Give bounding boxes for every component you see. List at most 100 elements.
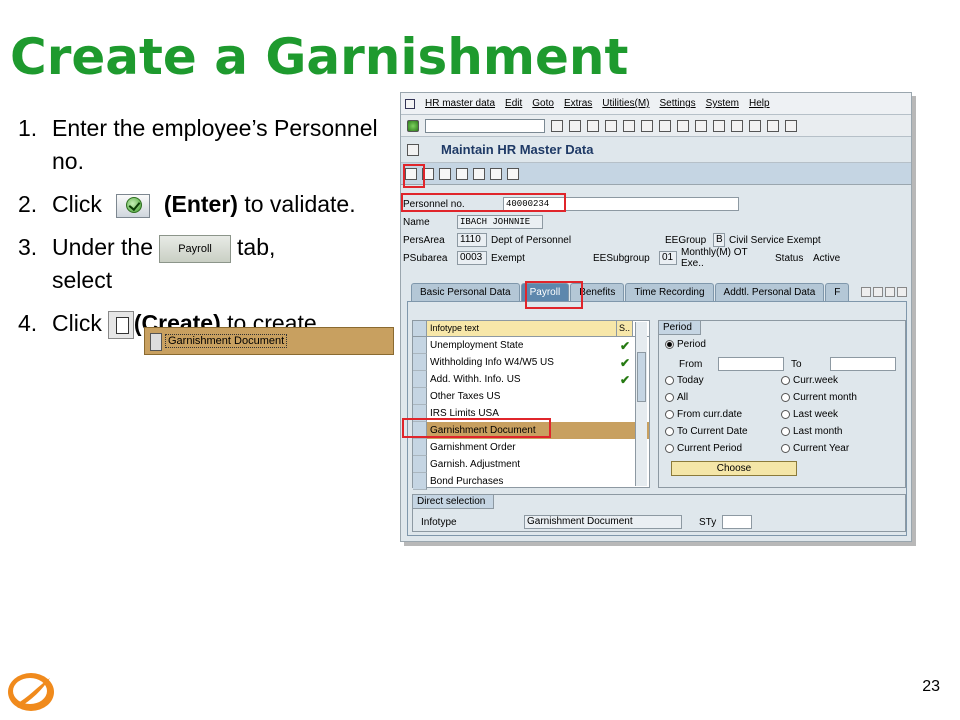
row-selector[interactable] bbox=[413, 388, 427, 405]
eesubgroup-label: EESubgroup bbox=[593, 252, 650, 264]
tab-next-icon[interactable] bbox=[885, 287, 895, 297]
menu-edit[interactable]: Edit bbox=[505, 98, 522, 109]
to-date-input[interactable] bbox=[830, 357, 896, 371]
table-row[interactable]: Bond Purchases bbox=[413, 473, 649, 490]
radio-icon bbox=[665, 444, 674, 453]
radio-icon bbox=[781, 376, 790, 385]
radio-icon bbox=[781, 393, 790, 402]
radio-all[interactable]: All bbox=[665, 392, 688, 403]
vertical-scrollbar[interactable] bbox=[635, 322, 647, 486]
radio-last-week[interactable]: Last week bbox=[781, 409, 838, 420]
radio-icon bbox=[665, 393, 674, 402]
create-button-image bbox=[107, 310, 134, 339]
infotype-label: Infotype bbox=[421, 516, 457, 528]
infotype-row: Infotype Garnishment Document STy bbox=[421, 515, 752, 529]
row-selector[interactable] bbox=[413, 473, 427, 490]
other-screen-icon[interactable] bbox=[407, 143, 419, 156]
shortcut-icon[interactable] bbox=[749, 119, 761, 132]
status-header[interactable]: S.. bbox=[617, 321, 633, 336]
infotype-input[interactable]: Garnishment Document bbox=[524, 515, 682, 529]
checkmark-icon: ✔ bbox=[619, 372, 631, 387]
tab-prev-icon[interactable] bbox=[873, 287, 883, 297]
new-session-icon[interactable] bbox=[731, 119, 743, 132]
radio-curr-week[interactable]: Curr.week bbox=[781, 375, 838, 386]
sap-window: HR master data Edit Goto Extras Utilitie… bbox=[400, 92, 912, 542]
tab-time-recording[interactable]: Time Recording bbox=[625, 283, 714, 301]
sty-input[interactable] bbox=[722, 515, 752, 529]
to-label: To bbox=[791, 358, 802, 370]
tab-list-icon[interactable] bbox=[861, 287, 871, 297]
save-icon[interactable] bbox=[551, 119, 563, 132]
table-row[interactable]: Garnish. Adjustment bbox=[413, 456, 649, 473]
infotype-text: Garnish. Adjustment bbox=[430, 459, 521, 470]
row-selector[interactable] bbox=[413, 354, 427, 371]
radio-current-month[interactable]: Current month bbox=[781, 392, 857, 403]
radio-current-period[interactable]: Current Period bbox=[665, 443, 742, 454]
last-page-icon[interactable] bbox=[713, 119, 725, 132]
copy-icon[interactable] bbox=[456, 167, 468, 180]
delete-icon[interactable] bbox=[490, 167, 502, 180]
cancel-icon[interactable] bbox=[605, 119, 617, 132]
menu-goto[interactable]: Goto bbox=[532, 98, 554, 109]
step-1: 1. Enter the employee’s Personnel no. bbox=[18, 112, 398, 178]
overview-icon[interactable] bbox=[507, 167, 519, 180]
radio-icon bbox=[781, 444, 790, 453]
row-selector[interactable] bbox=[413, 371, 427, 388]
prev-page-icon[interactable] bbox=[677, 119, 689, 132]
find-icon[interactable] bbox=[641, 119, 653, 132]
tab-last-icon[interactable] bbox=[897, 287, 907, 297]
tab-navigation bbox=[861, 287, 907, 297]
display-icon[interactable] bbox=[439, 167, 451, 180]
print-icon[interactable] bbox=[623, 119, 635, 132]
eesubgroup-code: 01 bbox=[659, 251, 677, 265]
radio-last-month[interactable]: Last month bbox=[781, 426, 842, 437]
choose-button[interactable]: Choose bbox=[671, 461, 797, 476]
table-row[interactable]: Withholding Info W4/W5 US ✔ bbox=[413, 354, 649, 371]
table-row[interactable]: Add. Withh. Info. US ✔ bbox=[413, 371, 649, 388]
command-field[interactable] bbox=[425, 118, 545, 133]
radio-period[interactable]: Period bbox=[665, 339, 706, 350]
select-all-cell[interactable] bbox=[413, 321, 427, 336]
scrollbar-thumb[interactable] bbox=[637, 352, 646, 402]
tab-more[interactable]: F bbox=[825, 283, 850, 301]
row-selector[interactable] bbox=[413, 439, 427, 456]
next-page-icon[interactable] bbox=[695, 119, 707, 132]
enter-icon[interactable] bbox=[407, 119, 419, 132]
tab-basic-personal-data[interactable]: Basic Personal Data bbox=[411, 283, 520, 301]
delimit-icon[interactable] bbox=[473, 167, 485, 180]
infotype-table-header: Infotype text S.. bbox=[413, 321, 649, 337]
row-selector[interactable] bbox=[413, 337, 427, 354]
table-row[interactable]: Garnishment Order bbox=[413, 439, 649, 456]
radio-current-year[interactable]: Current Year bbox=[781, 443, 849, 454]
exit-icon[interactable] bbox=[587, 119, 599, 132]
radio-today[interactable]: Today bbox=[665, 375, 704, 386]
menu-settings[interactable]: Settings bbox=[660, 98, 696, 109]
infotype-text-header[interactable]: Infotype text bbox=[427, 321, 617, 336]
back-icon[interactable] bbox=[569, 119, 581, 132]
help-icon[interactable] bbox=[767, 119, 779, 132]
step-text: Enter the employee’s Personnel no. bbox=[52, 115, 378, 174]
radio-label: Last month bbox=[793, 426, 843, 437]
menu-system[interactable]: System bbox=[706, 98, 739, 109]
first-page-icon[interactable] bbox=[659, 119, 671, 132]
radio-label: Curr.week bbox=[793, 375, 839, 386]
menu-help[interactable]: Help bbox=[749, 98, 770, 109]
from-date-input[interactable] bbox=[718, 357, 784, 371]
step-text-post: tab, bbox=[237, 234, 276, 260]
garnishment-selection-image: Garnishment Document bbox=[144, 327, 394, 355]
tab-strip: Basic Personal Data Payroll Benefits Tim… bbox=[411, 283, 907, 301]
table-row[interactable]: Unemployment State ✔ bbox=[413, 337, 649, 354]
personnel-no-highlight bbox=[401, 193, 566, 212]
from-row: From To bbox=[679, 357, 896, 371]
layout-icon[interactable] bbox=[785, 119, 797, 132]
step-number: 2. bbox=[18, 191, 38, 217]
menu-hr-master-data[interactable]: HR master data bbox=[425, 98, 495, 109]
radio-from-curr-date[interactable]: From curr.date bbox=[665, 409, 742, 420]
table-row[interactable]: Other Taxes US bbox=[413, 388, 649, 405]
tab-addtl-personal-data[interactable]: Addtl. Personal Data bbox=[714, 283, 825, 301]
row-selector[interactable] bbox=[413, 456, 427, 473]
menu-extras[interactable]: Extras bbox=[564, 98, 592, 109]
radio-to-current-date[interactable]: To Current Date bbox=[665, 426, 748, 437]
standard-toolbar bbox=[401, 115, 911, 137]
menu-utilities[interactable]: Utilities(M) bbox=[602, 98, 649, 109]
